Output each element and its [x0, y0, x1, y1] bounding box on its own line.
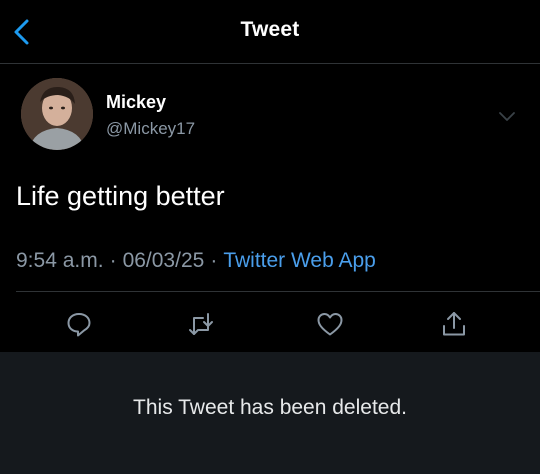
divider — [16, 291, 540, 292]
top-nav-bar: Tweet — [0, 0, 540, 64]
tweet-time: 9:54 a.m. — [16, 249, 104, 272]
deleted-notice-text: This Tweet has been deleted. — [133, 396, 407, 419]
tweet-date: 06/03/25 — [122, 249, 205, 272]
retweet-icon — [189, 313, 213, 335]
chevron-down-icon — [499, 112, 515, 121]
tweet-source-link[interactable]: Twitter Web App — [223, 249, 376, 272]
heart-icon — [317, 313, 343, 336]
author-name[interactable]: Mickey — [106, 92, 166, 113]
tweet-text: Life getting better — [16, 181, 225, 211]
avatar[interactable] — [21, 78, 93, 150]
meta-separator: · — [109, 249, 117, 272]
tweet-metadata: 9:54 a.m. · 06/03/25 · Twitter Web App — [16, 249, 376, 273]
deleted-tweet-notice: This Tweet has been deleted. — [0, 352, 540, 474]
reply-icon — [67, 313, 91, 337]
avatar-image — [21, 78, 93, 150]
like-button[interactable] — [315, 309, 345, 339]
retweet-button[interactable] — [186, 309, 216, 339]
share-button[interactable] — [439, 309, 469, 339]
meta-separator: · — [210, 249, 218, 272]
page-title: Tweet — [240, 18, 300, 41]
more-options-button[interactable] — [496, 108, 518, 124]
share-icon — [443, 312, 465, 336]
author-handle[interactable]: @Mickey17 — [106, 119, 195, 139]
reply-button[interactable] — [64, 309, 94, 339]
